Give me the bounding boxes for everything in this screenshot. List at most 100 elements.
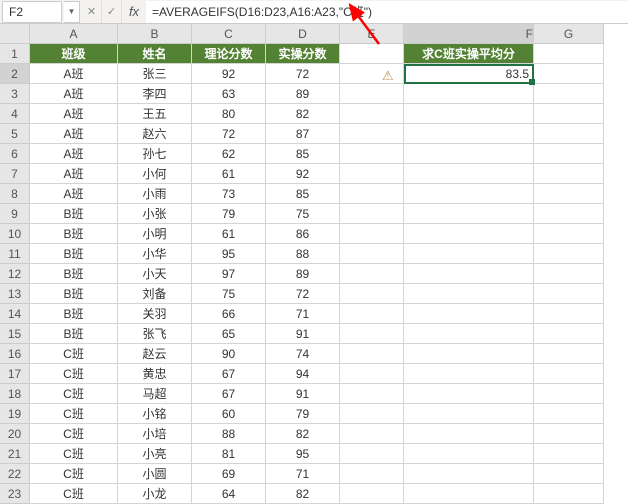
cell-f[interactable] [404,284,534,304]
cell-g[interactable] [534,284,604,304]
cell-e[interactable] [340,104,404,124]
cell-theory[interactable]: 69 [192,464,266,484]
cell-practice[interactable]: 89 [266,264,340,284]
cell-practice[interactable]: 92 [266,164,340,184]
cell-class[interactable]: B班 [30,324,118,344]
cell-theory[interactable]: 63 [192,84,266,104]
cell-name[interactable]: 小天 [118,264,192,284]
cell-f[interactable] [404,364,534,384]
cell-e[interactable] [340,404,404,424]
cell-practice[interactable]: 71 [266,464,340,484]
cell-f[interactable] [404,244,534,264]
row-header[interactable]: 9 [0,204,30,224]
cell-g[interactable] [534,344,604,364]
cell-g[interactable] [534,324,604,344]
cell-g[interactable] [534,264,604,284]
cell-f[interactable] [404,444,534,464]
row-header[interactable]: 17 [0,364,30,384]
header-theory[interactable]: 理论分数 [192,44,266,64]
cell-g[interactable] [534,244,604,264]
cell-g[interactable] [534,444,604,464]
cell-class[interactable]: C班 [30,364,118,384]
cell-theory[interactable]: 90 [192,344,266,364]
cell-e[interactable] [340,424,404,444]
cell-f[interactable] [404,104,534,124]
col-header-d[interactable]: D [266,24,340,44]
cell-theory[interactable]: 67 [192,384,266,404]
cell-g[interactable] [534,304,604,324]
cell-name[interactable]: 小铭 [118,404,192,424]
cell-class[interactable]: C班 [30,484,118,504]
row-header[interactable]: 1 [0,44,30,64]
cell-e[interactable] [340,224,404,244]
cell-name[interactable]: 张飞 [118,324,192,344]
cell-theory[interactable]: 62 [192,144,266,164]
row-header[interactable]: 23 [0,484,30,504]
cell-f[interactable] [404,464,534,484]
cell-theory[interactable]: 65 [192,324,266,344]
cell-f[interactable] [404,384,534,404]
cell-name[interactable]: 赵云 [118,344,192,364]
cell-g[interactable] [534,144,604,164]
cell-class[interactable]: A班 [30,124,118,144]
cell-e1[interactable] [340,44,404,64]
row-header[interactable]: 18 [0,384,30,404]
cell-e[interactable] [340,84,404,104]
header-name[interactable]: 姓名 [118,44,192,64]
header-result[interactable]: 求C班实操平均分 [404,44,534,64]
cell-name[interactable]: 张三 [118,64,192,84]
cell-f[interactable] [404,344,534,364]
col-header-e[interactable]: E [340,24,404,44]
formula-input[interactable]: =AVERAGEIFS(D16:D23,A16:A23,"C班") [146,1,628,23]
cell-class[interactable]: B班 [30,224,118,244]
row-header[interactable]: 4 [0,104,30,124]
fill-handle[interactable] [529,79,535,85]
cell-e[interactable] [340,264,404,284]
col-header-b[interactable]: B [118,24,192,44]
cell-g[interactable] [534,184,604,204]
cell-practice[interactable]: 82 [266,424,340,444]
cell-practice[interactable]: 79 [266,404,340,424]
warning-icon[interactable]: ⚠ [382,68,398,84]
col-header-a[interactable]: A [30,24,118,44]
cell-theory[interactable]: 73 [192,184,266,204]
cell-theory[interactable]: 60 [192,404,266,424]
cell-f[interactable] [404,304,534,324]
cell-class[interactable]: A班 [30,164,118,184]
cell-practice[interactable]: 72 [266,64,340,84]
cell-practice[interactable]: 74 [266,344,340,364]
cell-f[interactable] [404,164,534,184]
cell-g[interactable] [534,404,604,424]
cell-theory[interactable]: 66 [192,304,266,324]
cell-f[interactable] [404,184,534,204]
cell-e[interactable] [340,184,404,204]
cell-f[interactable] [404,404,534,424]
cell-name[interactable]: 赵六 [118,124,192,144]
cell-practice[interactable]: 94 [266,364,340,384]
cell-name[interactable]: 黄忠 [118,364,192,384]
col-header-f[interactable]: F [404,24,534,44]
cell-e[interactable] [340,204,404,224]
cell-practice[interactable]: 91 [266,384,340,404]
cell-class[interactable]: B班 [30,264,118,284]
cell-practice[interactable]: 72 [266,284,340,304]
cell-e[interactable] [340,384,404,404]
cell-g[interactable] [534,124,604,144]
cell-theory[interactable]: 72 [192,124,266,144]
cell-name[interactable]: 孙七 [118,144,192,164]
cell-name[interactable]: 小亮 [118,444,192,464]
cell-f[interactable] [404,264,534,284]
cell-e[interactable] [340,304,404,324]
row-header[interactable]: 14 [0,304,30,324]
cell-g[interactable] [534,164,604,184]
cell-f[interactable] [404,144,534,164]
row-header[interactable]: 5 [0,124,30,144]
row-header[interactable]: 19 [0,404,30,424]
cell-class[interactable]: A班 [30,104,118,124]
cell-practice[interactable]: 89 [266,84,340,104]
row-header[interactable]: 12 [0,264,30,284]
cell-e[interactable] [340,244,404,264]
cell-name[interactable]: 马超 [118,384,192,404]
cell-f[interactable] [404,124,534,144]
cell-theory[interactable]: 97 [192,264,266,284]
